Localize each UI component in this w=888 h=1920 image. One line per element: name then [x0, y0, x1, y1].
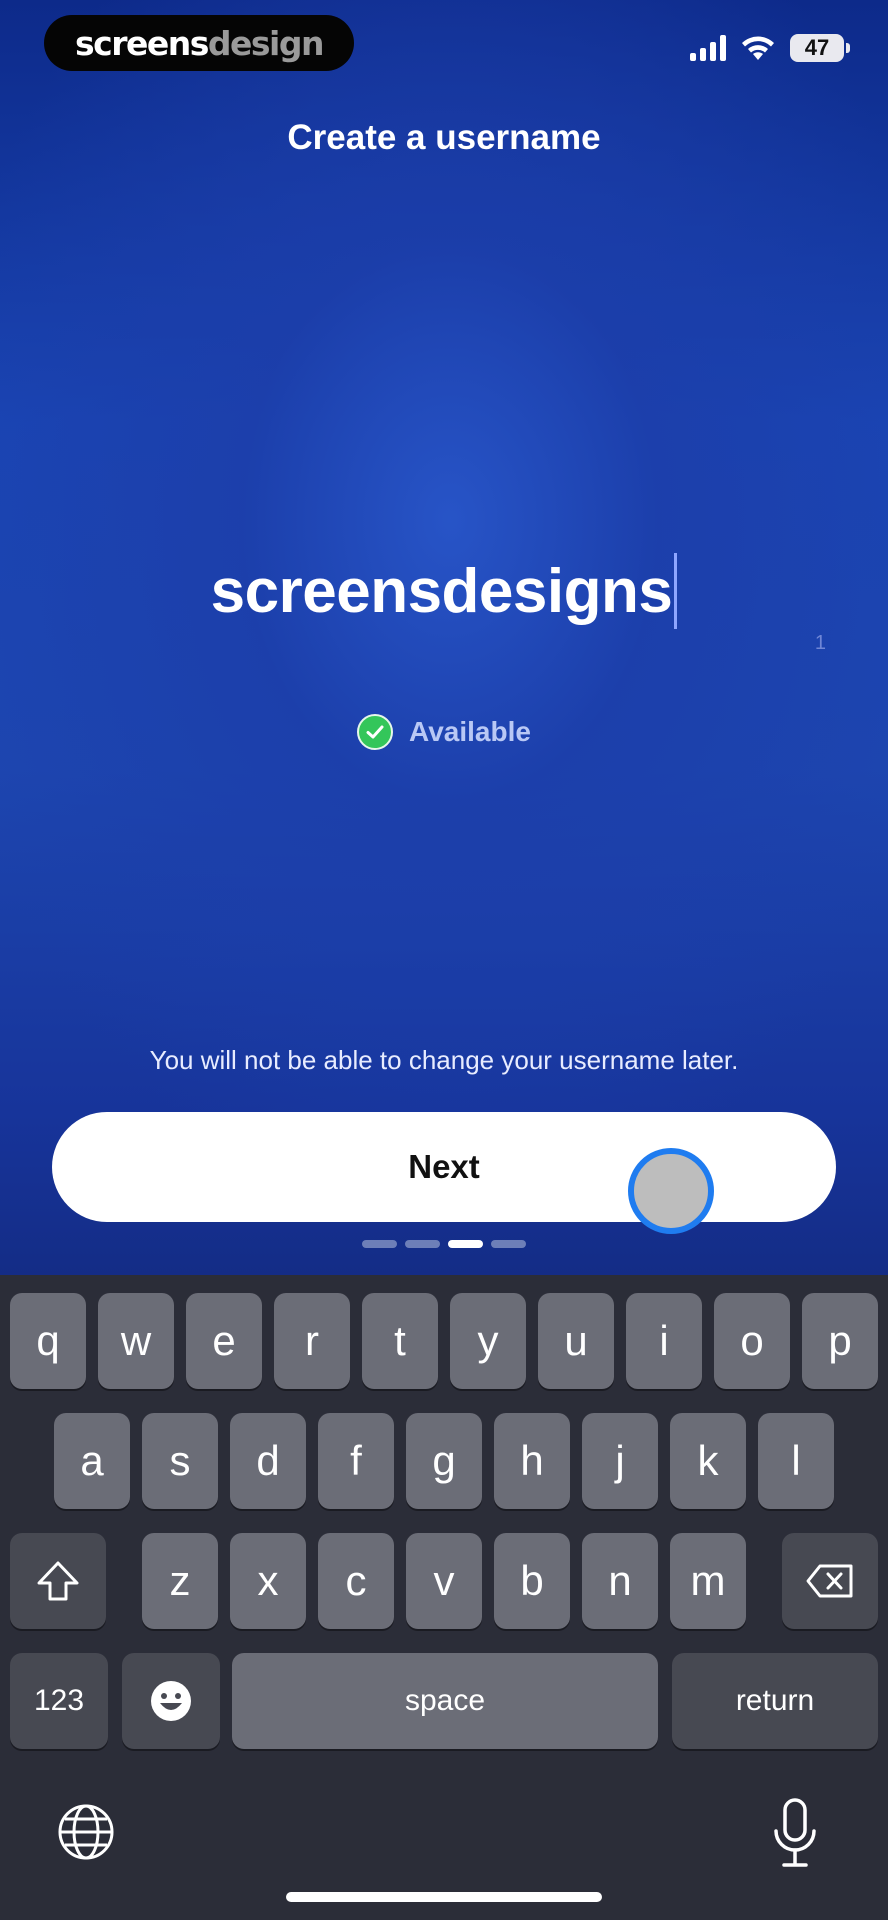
- key-c[interactable]: c: [318, 1533, 394, 1629]
- wifi-icon: [742, 36, 774, 60]
- key-q[interactable]: q: [10, 1293, 86, 1389]
- availability-status: Available: [0, 714, 888, 750]
- key-l[interactable]: l: [758, 1413, 834, 1509]
- shift-icon: [37, 1561, 79, 1601]
- numbers-key[interactable]: 123: [10, 1653, 108, 1749]
- key-f[interactable]: f: [318, 1413, 394, 1509]
- key-s[interactable]: s: [142, 1413, 218, 1509]
- shift-key[interactable]: [10, 1533, 106, 1629]
- key-z[interactable]: z: [142, 1533, 218, 1629]
- page-title: Create a username: [287, 118, 601, 157]
- key-n[interactable]: n: [582, 1533, 658, 1629]
- key-h[interactable]: h: [494, 1413, 570, 1509]
- key-a[interactable]: a: [54, 1413, 130, 1509]
- key-o[interactable]: o: [714, 1293, 790, 1389]
- cellular-signal-icon: [690, 35, 726, 61]
- status-bar-right: 47: [690, 32, 850, 64]
- globe-key[interactable]: [56, 1802, 124, 1870]
- text-cursor: [674, 552, 678, 629]
- keyboard: q w e r t y u i o p a s d f g h j k l z …: [0, 1275, 888, 1920]
- return-key[interactable]: return: [672, 1653, 878, 1749]
- key-y[interactable]: y: [450, 1293, 526, 1389]
- dictation-key[interactable]: [770, 1797, 824, 1875]
- page-dot: [491, 1240, 526, 1248]
- battery-icon: 47: [790, 34, 850, 62]
- page-dot: [362, 1240, 397, 1248]
- key-j[interactable]: j: [582, 1413, 658, 1509]
- key-p[interactable]: p: [802, 1293, 878, 1389]
- brand-primary: screens: [75, 23, 209, 63]
- username-notice: You will not be able to change your user…: [149, 1045, 739, 1075]
- key-r[interactable]: r: [274, 1293, 350, 1389]
- key-x[interactable]: x: [230, 1533, 306, 1629]
- touch-indicator: [628, 1148, 714, 1234]
- key-v[interactable]: v: [406, 1533, 482, 1629]
- username-input[interactable]: screensdesigns: [0, 552, 888, 629]
- key-g[interactable]: g: [406, 1413, 482, 1509]
- key-b[interactable]: b: [494, 1533, 570, 1629]
- availability-label: Available: [409, 716, 531, 747]
- key-w[interactable]: w: [98, 1293, 174, 1389]
- page-dot: [405, 1240, 440, 1248]
- username-value: screensdesigns: [210, 557, 673, 626]
- backspace-icon: [806, 1564, 853, 1598]
- page-indicator: [0, 1240, 888, 1248]
- next-button[interactable]: Next: [52, 1112, 836, 1222]
- brand-secondary: design: [207, 23, 325, 63]
- key-t[interactable]: t: [362, 1293, 438, 1389]
- check-circle-icon: [357, 714, 394, 750]
- brand-logo: screens design: [44, 15, 354, 71]
- character-count: 1: [814, 632, 826, 654]
- key-k[interactable]: k: [670, 1413, 746, 1509]
- home-indicator: [286, 1892, 602, 1902]
- space-key[interactable]: space: [232, 1653, 658, 1749]
- page-dot-active: [448, 1240, 483, 1248]
- microphone-icon: [774, 1798, 816, 1867]
- key-d[interactable]: d: [230, 1413, 306, 1509]
- username-screen: screens design 47 Create a username scree…: [0, 0, 888, 1920]
- delete-key[interactable]: [782, 1533, 878, 1629]
- globe-icon: [58, 1804, 114, 1860]
- key-i[interactable]: i: [626, 1293, 702, 1389]
- emoji-key[interactable]: [122, 1653, 220, 1749]
- key-u[interactable]: u: [538, 1293, 614, 1389]
- emoji-icon: [151, 1681, 191, 1721]
- key-e[interactable]: e: [186, 1293, 262, 1389]
- key-m[interactable]: m: [670, 1533, 746, 1629]
